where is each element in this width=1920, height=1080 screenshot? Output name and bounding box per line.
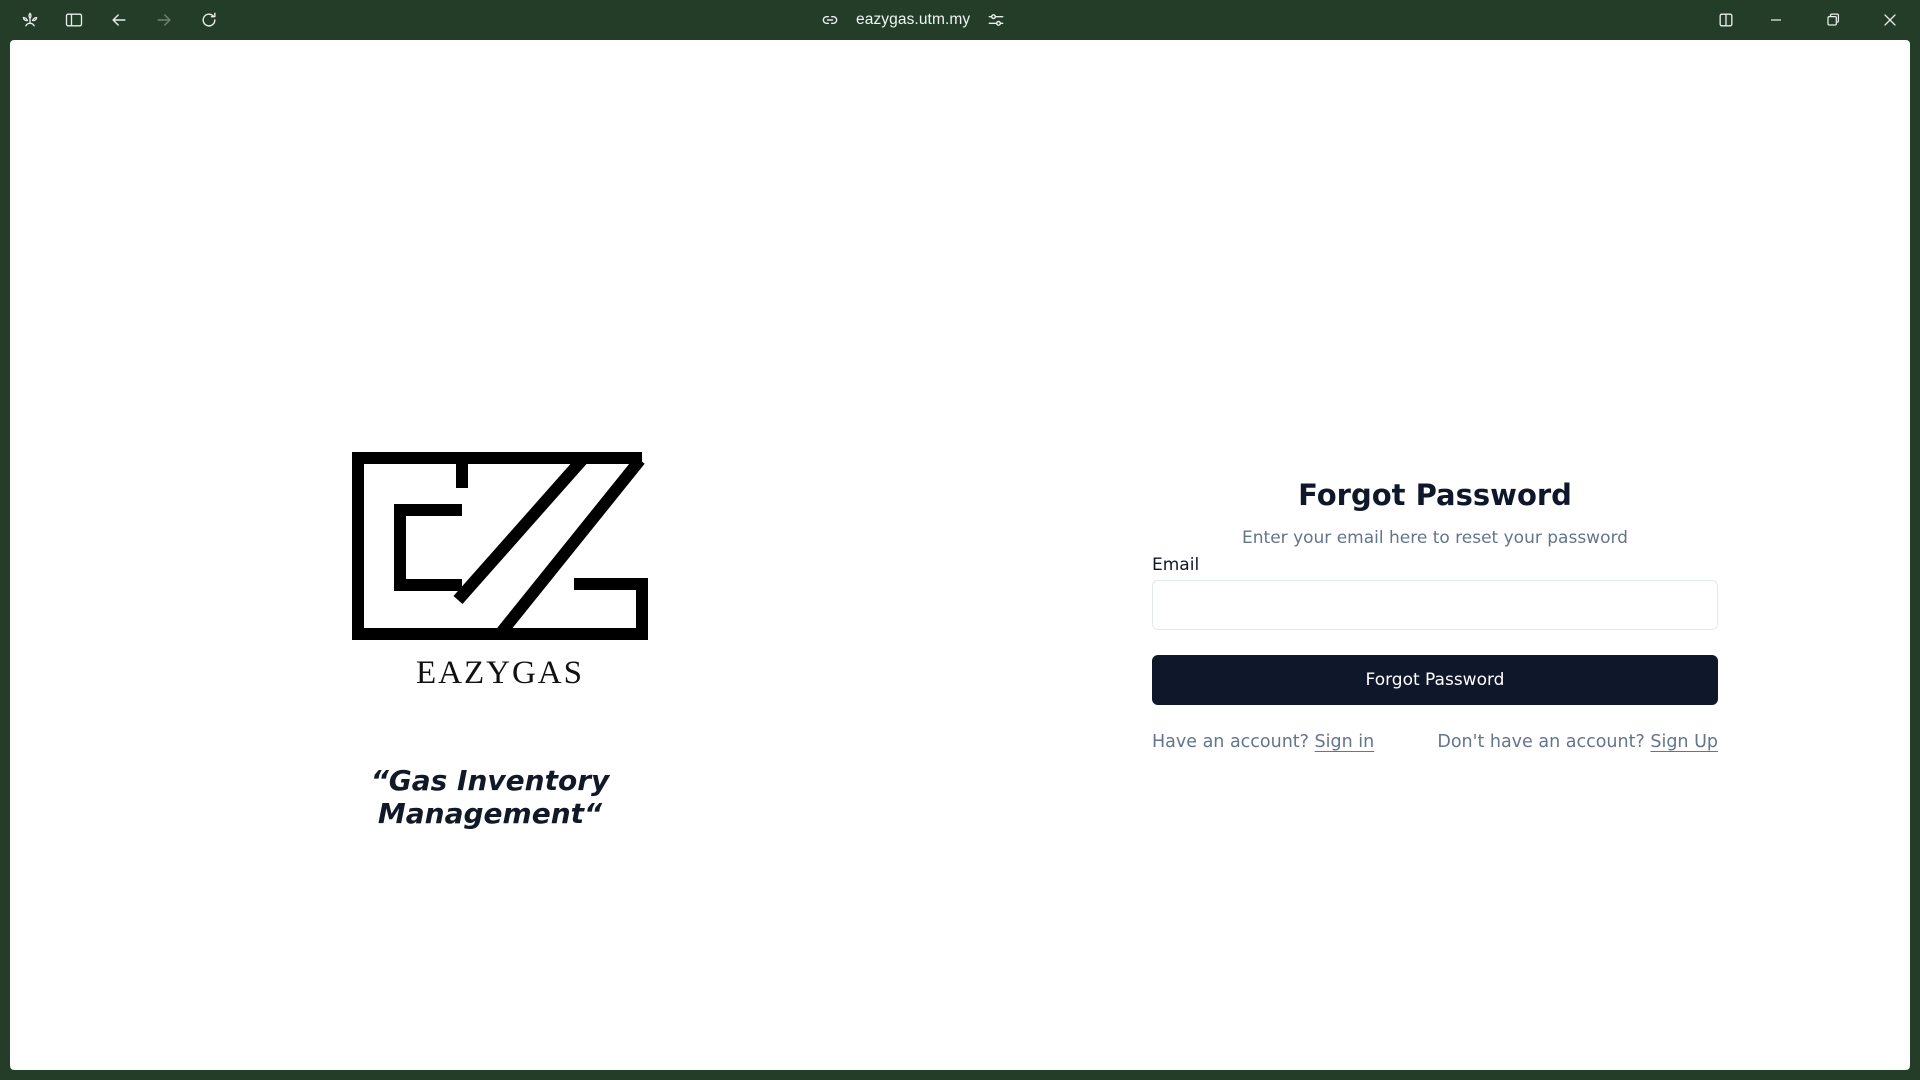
sidebar-toggle-icon[interactable] [60, 6, 88, 34]
sign-up-link[interactable]: Sign Up [1650, 732, 1718, 752]
logo-wordmark: EAZYGAS [416, 655, 584, 691]
address-bar[interactable]: eazygas.utm.my [820, 6, 1006, 34]
page-title: Forgot Password [1298, 478, 1572, 512]
sliders-icon[interactable] [986, 10, 1006, 30]
restore-icon[interactable] [1819, 6, 1847, 34]
link-icon [820, 10, 840, 30]
close-icon[interactable] [1876, 6, 1904, 34]
tagline: “Gas Inventory Management“ [370, 764, 610, 830]
no-account-text: Don't have an account? [1437, 732, 1645, 752]
minimize-icon[interactable] [1762, 6, 1790, 34]
page-subtitle: Enter your email here to reset your pass… [1242, 528, 1628, 548]
page-viewport: EAZYGAS “Gas Inventory Management“ Forgo… [10, 40, 1910, 1070]
sign-in-prompt: Have an account? Sign in [1152, 732, 1374, 752]
url-text[interactable]: eazygas.utm.my [856, 11, 970, 29]
sign-in-link[interactable]: Sign in [1315, 732, 1375, 752]
browser-titlebar: eazygas.utm.my [0, 0, 1920, 40]
have-account-text: Have an account? [1152, 732, 1309, 752]
eazygas-logo: EAZYGAS [350, 450, 650, 691]
split-view-icon[interactable] [1712, 6, 1740, 34]
forgot-password-button[interactable]: Forgot Password [1152, 655, 1718, 705]
reload-icon[interactable] [195, 6, 223, 34]
arrow-right-icon[interactable] [150, 6, 178, 34]
email-label: Email [1152, 555, 1200, 575]
arrow-left-icon[interactable] [105, 6, 133, 34]
account-links: Have an account? Sign in Don't have an a… [1152, 732, 1718, 752]
ez-logo-mark-icon [352, 452, 648, 640]
flower-icon[interactable] [16, 6, 44, 34]
forgot-password-form: Forgot Password Enter your email here to… [1152, 440, 1718, 840]
email-field[interactable] [1152, 580, 1718, 630]
sign-up-prompt: Don't have an account? Sign Up [1437, 732, 1718, 752]
